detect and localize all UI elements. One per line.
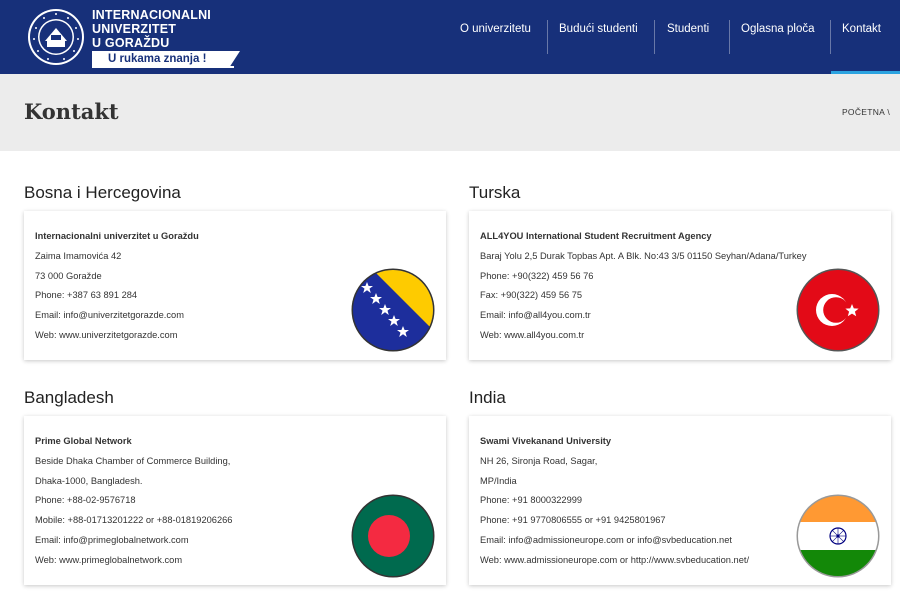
nav-item-oglasna-ploca[interactable]: Oglasna ploča bbox=[741, 20, 815, 54]
contact-organization: ALL4YOU International Student Recruitmen… bbox=[480, 231, 712, 241]
tagline-underline bbox=[92, 66, 234, 68]
contact-email-link[interactable]: Email: info@admissioneurope.com or info@… bbox=[480, 534, 749, 554]
nav-item-o-univerzitetu[interactable]: O univerzitetu bbox=[460, 20, 531, 54]
turkey-flag-icon bbox=[796, 268, 880, 352]
contact-web-link[interactable]: Web: www.all4you.com.tr bbox=[480, 329, 806, 349]
nav-divider bbox=[729, 20, 730, 54]
contact-phone: Phone: +91 9770806555 or +91 9425801967 bbox=[480, 515, 666, 526]
country-heading: India bbox=[469, 388, 506, 407]
main-nav: O univerzitetu Budući studenti Studenti … bbox=[0, 20, 900, 54]
nav-item-kontakt[interactable]: Kontakt bbox=[842, 20, 881, 54]
nav-item-buduci-studenti[interactable]: Budući studenti bbox=[559, 20, 638, 54]
contact-phone: Phone: +91 8000322999 bbox=[480, 495, 583, 506]
contact-address: Zaima Imamovića 42 bbox=[35, 250, 122, 261]
contact-phone: Phone: +90(322) 459 56 76 bbox=[480, 270, 594, 281]
nav-divider bbox=[547, 20, 548, 54]
contact-city: Dhaka-1000, Bangladesh. bbox=[35, 475, 143, 486]
contact-mobile: Mobile: +88-01713201222 or +88-018192062… bbox=[35, 515, 233, 526]
contact-web-link[interactable]: Web: www.univerzitetgorazde.com bbox=[35, 329, 199, 349]
contact-card-turkey: ALL4YOU International Student Recruitmen… bbox=[469, 211, 891, 360]
bosnia-flag-icon bbox=[351, 268, 435, 352]
contact-address: Beside Dhaka Chamber of Commerce Buildin… bbox=[35, 455, 231, 466]
contact-web-link[interactable]: Web: www.admissioneurope.com or http://w… bbox=[480, 554, 749, 574]
country-heading: Bosna i Hercegovina bbox=[24, 183, 181, 202]
contact-card-india: Swami Vivekanand University NH 26, Siron… bbox=[469, 416, 891, 585]
contact-card-bangladesh: Prime Global Network Beside Dhaka Chambe… bbox=[24, 416, 446, 585]
contact-region: MP/India bbox=[480, 475, 517, 486]
country-heading: Turska bbox=[469, 183, 521, 202]
contact-web-link[interactable]: Web: www.primeglobalnetwork.com bbox=[35, 554, 232, 574]
contact-phone: Phone: +88-02-9576718 bbox=[35, 495, 136, 506]
contact-fax: Fax: +90(322) 459 56 75 bbox=[480, 290, 583, 301]
contact-city: 73 000 Goražde bbox=[35, 270, 102, 281]
contact-address: Baraj Yolu 2,5 Durak Topbas Apt. A Blk. … bbox=[480, 250, 807, 261]
contact-email-link[interactable]: Email: info@primeglobalnetwork.com bbox=[35, 534, 232, 554]
breadcrumb[interactable]: POČETNA \ bbox=[842, 107, 890, 117]
contact-organization: Swami Vivekanand University bbox=[480, 436, 612, 446]
country-heading: Bangladesh bbox=[24, 388, 114, 407]
page-title: Kontakt bbox=[24, 99, 119, 124]
page-title-band bbox=[0, 74, 900, 151]
contact-email-link[interactable]: Email: info@univerzitetgorazde.com bbox=[35, 309, 199, 329]
nav-divider bbox=[654, 20, 655, 54]
nav-divider bbox=[830, 20, 831, 54]
contact-address: NH 26, Sironja Road, Sagar, bbox=[480, 455, 598, 466]
contact-card-bosnia: Internacionalni univerzitet u Goraždu Za… bbox=[24, 211, 446, 360]
nav-item-studenti[interactable]: Studenti bbox=[667, 20, 709, 54]
contact-email-link[interactable]: Email: info@all4you.com.tr bbox=[480, 309, 806, 329]
contact-organization: Prime Global Network bbox=[35, 436, 132, 446]
contact-phone: Phone: +387 63 891 284 bbox=[35, 290, 138, 301]
bangladesh-flag-icon bbox=[351, 494, 435, 578]
contact-organization: Internacionalni univerzitet u Goraždu bbox=[35, 231, 199, 241]
india-flag-icon bbox=[796, 494, 880, 578]
